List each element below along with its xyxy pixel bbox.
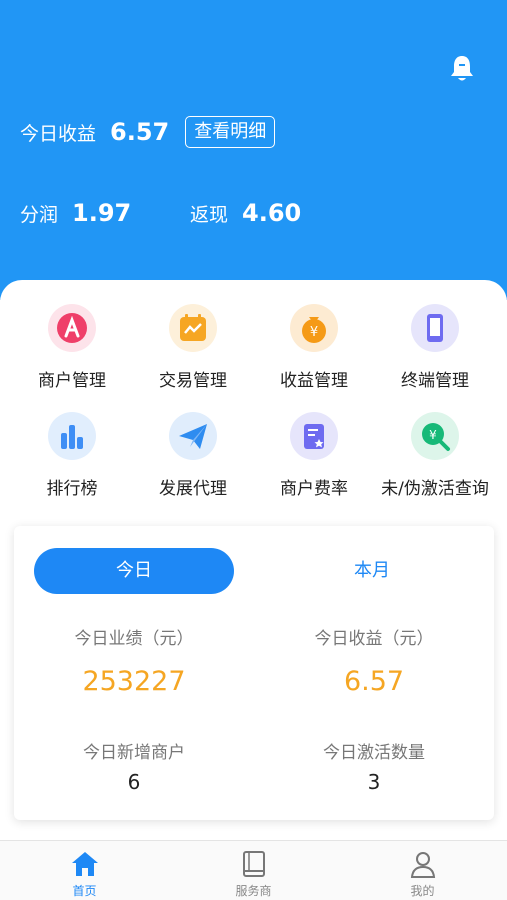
performance-label: 今日业绩（元）	[74, 629, 194, 649]
menu-label: 排行榜	[46, 479, 98, 499]
income-icon: ¥	[290, 304, 338, 352]
terminal-icon	[411, 304, 459, 352]
tab-today[interactable]: 今日	[34, 548, 234, 594]
transaction-icon	[169, 304, 217, 352]
bell-icon[interactable]	[448, 53, 476, 83]
menu-item-agent[interactable]: 发展代理	[133, 412, 253, 512]
performance-value: 253227	[82, 666, 186, 697]
profit-share: 分润 1.97	[20, 196, 131, 230]
profit-label: 分润	[20, 203, 59, 226]
menu-item-ranking[interactable]: 排行榜	[12, 412, 132, 512]
stats-card: 今日 本月 今日业绩（元） 253227 今日收益（元） 6.57 今日新增商户…	[14, 526, 494, 820]
menu-label: 商户费率	[280, 479, 348, 499]
activations-value: 3	[367, 770, 381, 794]
header-banner: 今日收益 6.57 查看明细 分润 1.97 返现 4.60	[0, 0, 507, 300]
activation-search-icon: ¥	[411, 412, 459, 460]
menu-item-income[interactable]: ¥ 收益管理	[254, 304, 374, 404]
user-icon	[410, 852, 435, 878]
menu-item-merchant[interactable]: 商户管理	[12, 304, 132, 404]
home-icon	[71, 852, 98, 876]
tab-provider-label: 服务商	[235, 884, 272, 898]
menu-label: 终端管理	[401, 371, 469, 391]
cashback: 返现 4.60	[190, 196, 301, 230]
profit-value: 1.97	[72, 199, 132, 227]
tab-month[interactable]: 本月	[272, 548, 472, 594]
bottom-tab-bar: 首页 服务商 我的	[0, 840, 507, 900]
rate-icon	[290, 412, 338, 460]
menu-label: 收益管理	[280, 371, 348, 391]
new-merchants-label: 今日新增商户	[83, 743, 185, 763]
menu-item-activation-query[interactable]: ¥ 未/伪激活查询	[375, 412, 495, 512]
menu-item-transaction[interactable]: 交易管理	[133, 304, 253, 404]
book-icon	[242, 851, 265, 877]
menu-label: 商户管理	[38, 371, 106, 391]
today-income-label: 今日收益	[20, 122, 97, 145]
cashback-value: 4.60	[242, 199, 302, 227]
today-income-row: 今日收益 6.57 查看明细	[20, 114, 276, 150]
menu-label: 未/伪激活查询	[381, 479, 489, 499]
ranking-icon	[48, 412, 96, 460]
tab-home[interactable]: 首页	[0, 841, 169, 900]
menu-item-terminal[interactable]: 终端管理	[375, 304, 495, 404]
tab-home-label: 首页	[72, 884, 97, 898]
income-label: 今日收益（元）	[314, 629, 434, 649]
today-income-value: 6.57	[110, 118, 170, 146]
svg-text:¥: ¥	[310, 325, 318, 340]
menu-item-rate[interactable]: 商户费率	[254, 412, 374, 512]
tab-provider[interactable]: 服务商	[169, 841, 338, 900]
new-merchants-value: 6	[127, 770, 141, 794]
main-panel: 商户管理 交易管理 ¥ 收益管理 终端管理 排行榜 发展代理 商户费率 ¥ 未/…	[0, 280, 507, 840]
svg-text:¥: ¥	[429, 428, 437, 442]
activations-label: 今日激活数量	[323, 743, 425, 763]
view-details-button[interactable]: 查看明细	[185, 116, 276, 148]
tab-mine[interactable]: 我的	[338, 841, 507, 900]
cashback-label: 返现	[190, 203, 229, 226]
menu-label: 交易管理	[159, 371, 227, 391]
paper-plane-icon	[169, 412, 217, 460]
income-value: 6.57	[343, 666, 405, 697]
merchant-icon	[48, 304, 96, 352]
menu-label: 发展代理	[159, 479, 227, 499]
tab-mine-label: 我的	[410, 884, 435, 898]
